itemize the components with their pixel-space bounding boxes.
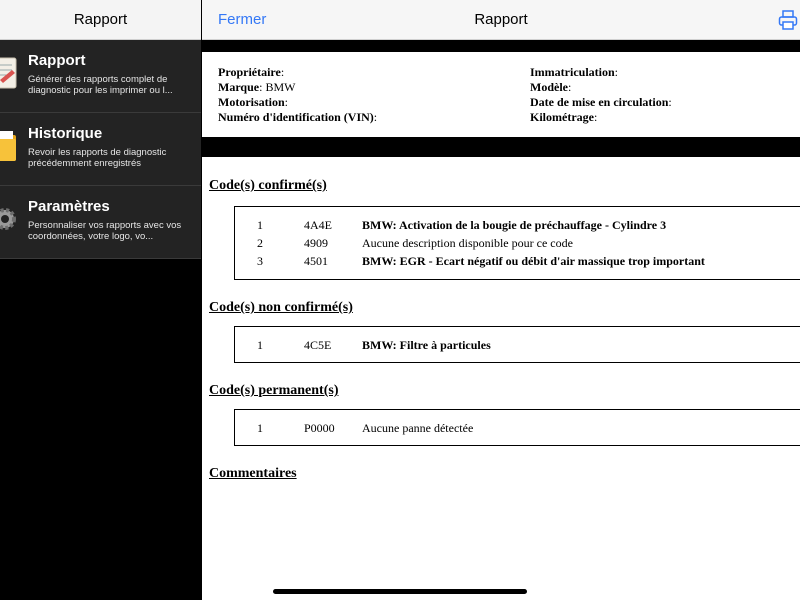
owner-field: Propriétaire: xyxy=(218,65,285,79)
sidebar-item-title: Rapport xyxy=(28,52,86,69)
mileage-field: Kilométrage: xyxy=(530,110,598,124)
comments-title: Commentaires xyxy=(209,466,297,481)
plate-field: Immatriculation: xyxy=(530,65,618,79)
vin-field: Numéro d'identification (VIN): xyxy=(218,110,378,124)
table-row: 1 4C5E BMW: Filtre à particules xyxy=(257,338,491,352)
model-field: Modèle: xyxy=(530,80,572,94)
unconfirmed-codes-title: Code(s) non confirmé(s) xyxy=(209,300,353,315)
vehicle-info: Propriétaire: Marque: BMW Motorisation: … xyxy=(202,52,800,137)
navigation-bar: Fermer Rapport xyxy=(202,0,800,40)
vehicle-info-left: Propriétaire: Marque: BMW Motorisation: … xyxy=(218,65,377,125)
sidebar-item-parametres[interactable]: Paramètres Personnaliser vos rapports av… xyxy=(0,186,201,259)
sidebar-item-description: Revoir les rapports de diagnostic précéd… xyxy=(28,147,167,169)
sidebar-item-historique[interactable]: Historique Revoir les rapports de diagno… xyxy=(0,113,201,186)
sidebar-item-rapport[interactable]: Rapport Générer des rapports complet de … xyxy=(0,40,201,113)
report-view: Fermer Rapport Propriétaire: Marque: BMW… xyxy=(202,0,800,600)
sidebar-item-title: Historique xyxy=(28,125,103,142)
sidebar: Rapport Rapport Générer des rapports com… xyxy=(0,0,201,600)
info-band xyxy=(202,137,800,157)
sidebar-item-description: Personnaliser vos rapports avec vos coor… xyxy=(28,220,182,242)
permanent-codes-table: 1 P0000 Aucune panne détectée xyxy=(234,409,800,446)
date-field: Date de mise en circulation: xyxy=(530,95,672,109)
engine-field: Motorisation: xyxy=(218,95,288,109)
brand-field: Marque: BMW xyxy=(218,80,296,94)
home-indicator[interactable] xyxy=(273,589,527,594)
permanent-codes-title: Code(s) permanent(s) xyxy=(209,383,339,398)
printer-icon[interactable] xyxy=(778,9,798,31)
table-row: 3 4501 BMW: EGR - Ecart négatif ou débit… xyxy=(257,254,705,268)
sidebar-item-title: Paramètres xyxy=(28,198,110,215)
report-document-icon xyxy=(0,57,17,89)
sidebar-item-description: Générer des rapports complet de diagnost… xyxy=(28,74,173,96)
confirmed-codes-title: Code(s) confirmé(s) xyxy=(209,178,327,193)
table-row: 1 P0000 Aucune panne détectée xyxy=(257,421,474,435)
brand-value: BMW xyxy=(265,80,296,94)
page-title: Rapport xyxy=(474,11,528,28)
confirmed-codes-table: 1 4A4E BMW: Activation de la bougie de p… xyxy=(234,206,800,280)
gear-icon xyxy=(0,208,16,230)
vehicle-info-right: Immatriculation: Modèle: Date de mise en… xyxy=(530,65,672,125)
sidebar-title: Rapport xyxy=(73,11,128,28)
folder-icon xyxy=(0,131,16,161)
table-row: 2 4909 Aucune description disponible pou… xyxy=(257,236,573,250)
report-document: Propriétaire: Marque: BMW Motorisation: … xyxy=(202,52,800,482)
sidebar-header: Rapport xyxy=(0,0,201,40)
table-row: 1 4A4E BMW: Activation de la bougie de p… xyxy=(257,218,667,232)
unconfirmed-codes-table: 1 4C5E BMW: Filtre à particules xyxy=(234,326,800,363)
header-band xyxy=(202,40,800,52)
